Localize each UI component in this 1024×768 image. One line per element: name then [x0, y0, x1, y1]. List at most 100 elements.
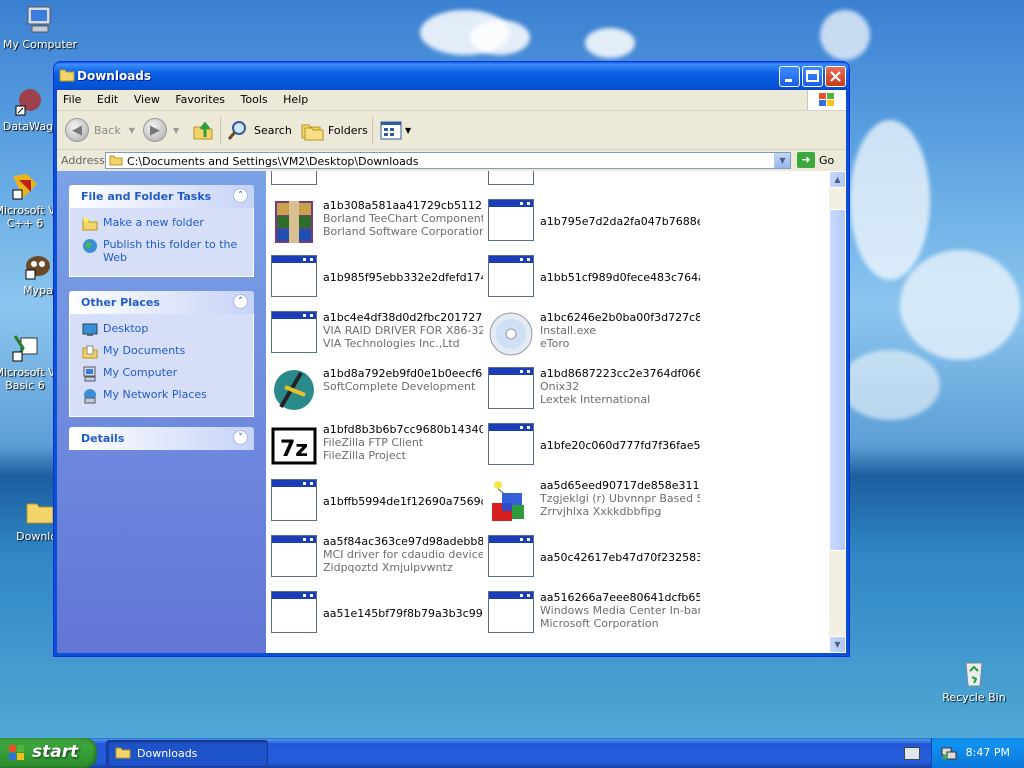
place-label: Desktop: [103, 322, 149, 335]
file-item[interactable]: aa5f84ac363ce97d98adebb8e...MCI driver f…: [266, 533, 483, 583]
go-button[interactable]: ➜ Go: [797, 152, 834, 168]
title-bar[interactable]: Downloads: [54, 62, 849, 90]
file-item[interactable]: aa5d65eed90717de858e311b... Tzgjeklgi (r)…: [483, 477, 700, 527]
network-places-icon: [82, 388, 98, 404]
address-input[interactable]: C:\Documents and Settings\VM2\Desktop\Do…: [105, 152, 791, 169]
executable-icon: [271, 311, 319, 357]
menu-favorites[interactable]: Favorites: [169, 90, 231, 106]
cd-icon: [488, 311, 536, 357]
file-item[interactable]: [483, 171, 698, 191]
toolbar-separator: [220, 117, 221, 143]
winrar-icon: [271, 199, 319, 245]
file-text: a1bc4e4df38d0d2fbc201727b... VIA RAID DRI…: [323, 311, 483, 350]
file-text: aa50c42617eb47d70f232583...: [540, 551, 700, 564]
close-button[interactable]: [825, 66, 846, 87]
file-item[interactable]: a1b308a581aa41729cb5112b... Borland TeeCh…: [266, 197, 483, 247]
file-name: a1b308a581aa41729cb5112b...: [323, 199, 483, 212]
new-folder-icon: [82, 216, 98, 232]
folders-button[interactable]: Folders: [300, 118, 368, 142]
menu-edit[interactable]: Edit: [91, 90, 124, 106]
file-text: a1bfe20c060d777fd7f36fae5...: [540, 439, 700, 452]
desktop-icon-my-computer[interactable]: My Computer: [0, 4, 80, 51]
menu-view[interactable]: View: [128, 90, 166, 106]
keyboard-icon[interactable]: [904, 747, 920, 760]
file-company: eToro: [540, 337, 570, 350]
taskbar-downloads-button[interactable]: Downloads: [106, 740, 268, 767]
start-button[interactable]: start: [0, 738, 97, 768]
desktop-icon-recycle-bin[interactable]: Recycle Bin: [934, 657, 1014, 704]
file-text: a1b308a581aa41729cb5112b... Borland TeeCh…: [323, 199, 483, 238]
file-name: aa516266a7eee80641dcfb65...: [540, 591, 700, 604]
window-title: Downloads: [77, 69, 152, 83]
menu-tools[interactable]: Tools: [235, 90, 274, 106]
task-pane: File and Folder Tasks ˄ Make a new folde…: [57, 171, 266, 653]
panel-header[interactable]: Other Places ˄: [69, 291, 254, 314]
scrollbar-thumb[interactable]: [829, 209, 846, 551]
toolbar: ◀ Back ▼ ▶ ▼ Search Folders ▼: [57, 111, 846, 150]
task-make-new-folder[interactable]: Make a new folder: [82, 216, 245, 232]
back-button[interactable]: ◀ Back ▼: [65, 118, 135, 142]
file-item[interactable]: aa51e145bf79f8b79a3b3c99c...: [266, 589, 483, 639]
file-item[interactable]: a1bd8687223cc2e3764df0661...Onix32Lextek…: [483, 365, 700, 415]
maximize-button[interactable]: [802, 66, 823, 87]
search-button[interactable]: Search: [227, 118, 292, 142]
other-places-panel: Other Places ˄ Desktop My Documents My C…: [69, 291, 254, 417]
chevron-down-icon[interactable]: ˅: [233, 430, 248, 445]
network-tray-icon[interactable]: [941, 745, 957, 764]
forward-button[interactable]: ▶ ▼: [143, 118, 179, 142]
menu-file[interactable]: File: [57, 90, 87, 106]
file-item[interactable]: aa516266a7eee80641dcfb65... Windows Media…: [483, 589, 700, 639]
visual-basic-icon: [9, 332, 41, 364]
views-button[interactable]: ▼: [379, 118, 411, 142]
address-dropdown-button[interactable]: ▼: [774, 153, 790, 168]
file-item[interactable]: a1b795e7d2da2fa047b7688e...: [483, 197, 700, 247]
file-item[interactable]: 7za1bfd8b3b6b7cc9680b143408...FileZilla …: [266, 421, 483, 471]
panel-header[interactable]: Details ˅: [69, 427, 254, 450]
shortcut-app-icon: [12, 86, 44, 118]
vertical-scrollbar[interactable]: ▲ ▼: [829, 171, 846, 653]
file-name: a1bfe20c060d777fd7f36fae5...: [540, 439, 700, 452]
executable-icon: [271, 535, 319, 581]
place-my-network-places[interactable]: My Network Places: [82, 388, 245, 404]
executable-icon: [271, 591, 319, 637]
file-item[interactable]: a1bd8a792eb9fd0e1b0eecf65... SoftComplete…: [266, 365, 483, 415]
scroll-up-button[interactable]: ▲: [829, 171, 846, 188]
windows-flag-icon: [807, 90, 846, 110]
file-item[interactable]: aa50c42617eb47d70f232583...: [483, 533, 700, 583]
setup-icon: [488, 479, 536, 525]
file-text: a1bffb5994de1f12690a7569d...: [323, 495, 483, 508]
file-item[interactable]: a1bb51cf989d0fece483c764a...: [483, 253, 700, 303]
executable-icon: [488, 255, 536, 301]
place-desktop[interactable]: Desktop: [82, 322, 245, 338]
minimize-button[interactable]: [779, 66, 800, 87]
task-publish-web[interactable]: Publish this folder to the Web: [82, 238, 245, 264]
file-item[interactable]: a1bc6246e2b0ba00f3d727c8b...Install.exee…: [483, 309, 700, 359]
file-name: a1bd8a792eb9fd0e1b0eecf65...: [323, 367, 483, 380]
scroll-down-button[interactable]: ▼: [829, 636, 846, 653]
up-folder-button[interactable]: [192, 118, 214, 142]
executable-icon: [488, 591, 536, 637]
system-tray: 8:47 PM: [931, 738, 1024, 768]
file-item[interactable]: a1bfe20c060d777fd7f36fae5...: [483, 421, 700, 471]
file-folder-tasks-panel: File and Folder Tasks ˄ Make a new folde…: [69, 185, 254, 277]
panel-header[interactable]: File and Folder Tasks ˄: [69, 185, 254, 208]
file-item[interactable]: a1b985f95ebb332e2dfefd174...: [266, 253, 483, 303]
file-text: a1b795e7d2da2fa047b7688e...: [540, 215, 700, 228]
desktop-icon-label: My Computer: [2, 38, 78, 51]
file-text: a1bb51cf989d0fece483c764a...: [540, 271, 700, 284]
chevron-up-icon[interactable]: ˄: [233, 188, 248, 203]
place-label: My Documents: [103, 344, 186, 357]
file-text: aa5f84ac363ce97d98adebb8e...MCI driver f…: [323, 535, 483, 574]
file-item[interactable]: Microsoft Corporation: [266, 171, 481, 191]
executable-icon: [488, 535, 536, 581]
search-label: Search: [254, 123, 292, 137]
windows-logo-icon: [8, 744, 26, 762]
menu-help[interactable]: Help: [277, 90, 314, 106]
place-my-computer[interactable]: My Computer: [82, 366, 245, 382]
chevron-up-icon[interactable]: ˄: [233, 294, 248, 309]
close-icon: [830, 71, 841, 82]
file-item[interactable]: a1bc4e4df38d0d2fbc201727b... VIA RAID DRI…: [266, 309, 483, 359]
file-item[interactable]: a1bffb5994de1f12690a7569d...: [266, 477, 483, 527]
place-my-documents[interactable]: My Documents: [82, 344, 245, 360]
executable-icon: [488, 423, 536, 469]
